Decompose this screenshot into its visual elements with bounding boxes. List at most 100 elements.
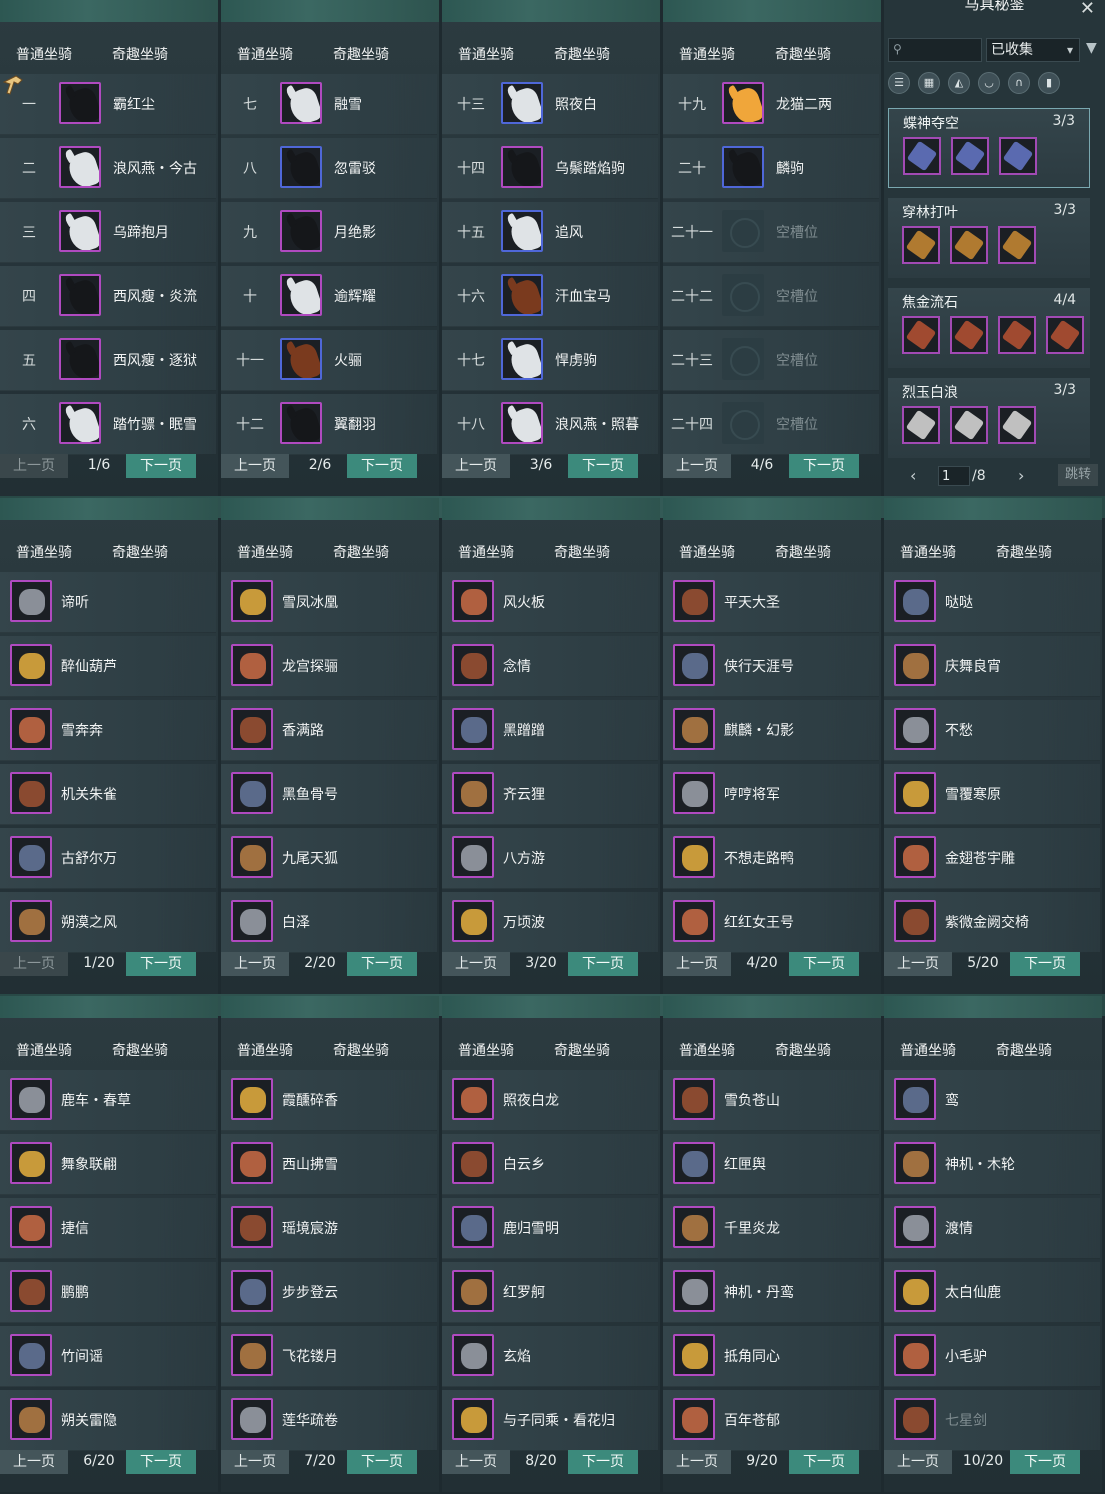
tab-fun-mount[interactable]: 奇趣坐骑 <box>333 1040 389 1060</box>
tab-fun-mount[interactable]: 奇趣坐骑 <box>996 542 1052 562</box>
mount-row[interactable]: 念情 <box>442 636 658 697</box>
mount-row[interactable]: 红匣舆 <box>663 1134 879 1195</box>
mount-row[interactable]: 二十四 空槽位 <box>663 394 879 455</box>
tab-normal-mount[interactable]: 普通坐骑 <box>237 542 293 562</box>
mount-row[interactable]: 十三 照夜白 <box>442 74 658 135</box>
mount-row[interactable]: 神机・丹鸾 <box>663 1262 879 1323</box>
mount-row[interactable]: 谛听 <box>0 572 216 633</box>
next-page-button[interactable]: 下一页 <box>126 454 196 478</box>
equipment-set-card[interactable]: 穿林打叶 3/3 <box>888 198 1090 278</box>
mount-row[interactable]: 六 踏竹骠・眠雪 <box>0 394 216 455</box>
funnel-icon[interactable]: ▼ <box>1086 40 1097 56</box>
mount-row[interactable]: 十二 翼翻羽 <box>221 394 437 455</box>
mount-row[interactable]: 太白仙鹿 <box>884 1262 1100 1323</box>
tab-fun-mount[interactable]: 奇趣坐骑 <box>775 44 831 64</box>
mount-row[interactable]: 三 乌蹄抱月 <box>0 202 216 263</box>
search-input[interactable]: ⚲ <box>888 38 982 62</box>
mount-row[interactable]: 雪凤冰凰 <box>221 572 437 633</box>
mount-row[interactable]: 小毛驴 <box>884 1326 1100 1387</box>
mount-row[interactable]: 渡情 <box>884 1198 1100 1259</box>
mount-row[interactable]: 十八 浪风燕・照暮 <box>442 394 658 455</box>
mount-row[interactable]: 抵角同心 <box>663 1326 879 1387</box>
next-page-button[interactable]: 下一页 <box>1010 1450 1080 1474</box>
mount-row[interactable]: 步步登云 <box>221 1262 437 1323</box>
horseshoe-icon[interactable]: ∩ <box>1008 72 1030 94</box>
next-page-icon[interactable]: › <box>1018 466 1024 485</box>
mount-row[interactable]: 龙宫探骊 <box>221 636 437 697</box>
next-page-button[interactable]: 下一页 <box>347 1450 417 1474</box>
prev-page-button[interactable]: 上一页 <box>884 1450 952 1474</box>
tab-normal-mount[interactable]: 普通坐骑 <box>458 1040 514 1060</box>
mount-row[interactable]: 照夜白龙 <box>442 1070 658 1131</box>
mount-row[interactable]: 鹿车・春草 <box>0 1070 216 1131</box>
jump-button[interactable]: 跳转 <box>1058 464 1098 486</box>
prev-page-button[interactable]: 上一页 <box>442 454 510 478</box>
tab-normal-mount[interactable]: 普通坐骑 <box>900 542 956 562</box>
prev-page-button[interactable]: 上一页 <box>221 952 289 976</box>
mount-row[interactable]: 朔漠之风 <box>0 892 216 953</box>
tab-fun-mount[interactable]: 奇趣坐骑 <box>112 1040 168 1060</box>
equipment-piece-icon[interactable] <box>998 406 1036 444</box>
mount-row[interactable]: 一 霸红尘 <box>0 74 216 135</box>
tab-fun-mount[interactable]: 奇趣坐骑 <box>996 1040 1052 1060</box>
mount-row[interactable]: 十一 火骊 <box>221 330 437 391</box>
mount-row[interactable]: 七星剑 <box>884 1390 1100 1451</box>
mount-row[interactable]: 瑶境宸游 <box>221 1198 437 1259</box>
mount-row[interactable]: 飞花镂月 <box>221 1326 437 1387</box>
next-page-button[interactable]: 下一页 <box>347 952 417 976</box>
mount-row[interactable]: 七 融雪 <box>221 74 437 135</box>
mount-row[interactable]: 九 月绝影 <box>221 202 437 263</box>
mount-row[interactable]: 四 西风瘦・炎流 <box>0 266 216 327</box>
equipment-piece-icon[interactable] <box>998 226 1036 264</box>
tab-fun-mount[interactable]: 奇趣坐骑 <box>775 542 831 562</box>
mount-row[interactable]: 神机・木轮 <box>884 1134 1100 1195</box>
equipment-piece-icon[interactable] <box>902 316 940 354</box>
mount-row[interactable]: 红红女王号 <box>663 892 879 953</box>
mount-row[interactable]: 二十一 空槽位 <box>663 202 879 263</box>
tab-fun-mount[interactable]: 奇趣坐骑 <box>775 1040 831 1060</box>
mount-row[interactable]: 十七 悍虏驹 <box>442 330 658 391</box>
equipment-piece-icon[interactable] <box>998 316 1036 354</box>
tab-fun-mount[interactable]: 奇趣坐骑 <box>554 44 610 64</box>
mount-row[interactable]: 舞象联翩 <box>0 1134 216 1195</box>
ornament-icon[interactable]: ▮ <box>1038 72 1060 94</box>
tab-normal-mount[interactable]: 普通坐骑 <box>679 1040 735 1060</box>
mount-row[interactable]: 不愁 <box>884 700 1100 761</box>
mount-row[interactable]: 二十三 空槽位 <box>663 330 879 391</box>
prev-page-button[interactable]: 上一页 <box>0 454 68 478</box>
tab-normal-mount[interactable]: 普通坐骑 <box>16 1040 72 1060</box>
close-icon[interactable]: ✕ <box>1080 0 1095 19</box>
equipment-set-card[interactable]: 烈玉白浪 3/3 <box>888 378 1090 458</box>
next-page-button[interactable]: 下一页 <box>126 952 196 976</box>
mount-row[interactable]: 十九 龙猫二两 <box>663 74 879 135</box>
mount-row[interactable]: 九尾天狐 <box>221 828 437 889</box>
mount-row[interactable]: 十 逾辉耀 <box>221 266 437 327</box>
grid-icon[interactable]: ▦ <box>918 72 940 94</box>
equipment-piece-icon[interactable] <box>950 226 988 264</box>
mount-row[interactable]: 古舒尔万 <box>0 828 216 889</box>
mount-row[interactable]: 机关朱雀 <box>0 764 216 825</box>
saddle-icon[interactable]: ◭ <box>948 72 970 94</box>
mount-row[interactable]: 五 西风瘦・逐狱 <box>0 330 216 391</box>
prev-page-button[interactable]: 上一页 <box>663 952 731 976</box>
equipment-piece-icon[interactable] <box>950 406 988 444</box>
mount-row[interactable]: 二 浪风燕・今古 <box>0 138 216 199</box>
tab-fun-mount[interactable]: 奇趣坐骑 <box>112 44 168 64</box>
mount-row[interactable]: 捷信 <box>0 1198 216 1259</box>
prev-page-button[interactable]: 上一页 <box>221 454 289 478</box>
mount-row[interactable]: 金翅苍宇雕 <box>884 828 1100 889</box>
mount-row[interactable]: 鹿归雪明 <box>442 1198 658 1259</box>
equipment-piece-icon[interactable] <box>999 137 1037 175</box>
equipment-piece-icon[interactable] <box>902 406 940 444</box>
mount-row[interactable]: 万顷波 <box>442 892 658 953</box>
mount-row[interactable]: 二十二 空槽位 <box>663 266 879 327</box>
tab-normal-mount[interactable]: 普通坐骑 <box>679 44 735 64</box>
equipment-set-card[interactable]: 焦金流石 4/4 <box>888 288 1090 368</box>
mount-row[interactable]: 雪负苍山 <box>663 1070 879 1131</box>
next-page-button[interactable]: 下一页 <box>568 952 638 976</box>
mount-row[interactable]: 麒麟・幻影 <box>663 700 879 761</box>
equipment-piece-icon[interactable] <box>902 226 940 264</box>
equipment-piece-icon[interactable] <box>1046 316 1084 354</box>
prev-page-button[interactable]: 上一页 <box>221 1450 289 1474</box>
mount-row[interactable]: 八 忽雷驳 <box>221 138 437 199</box>
